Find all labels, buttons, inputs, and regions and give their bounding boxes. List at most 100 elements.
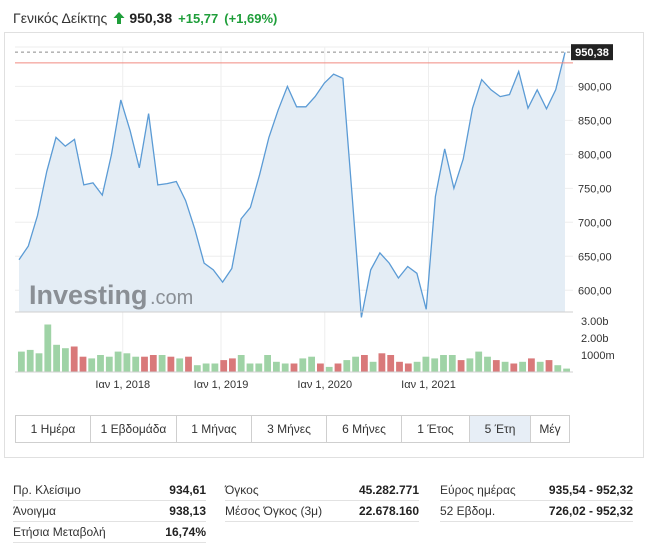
- price-chart: Investing .com 600,00 650,00 700,00 750,00 8…: [15, 44, 615, 391]
- volume-bar: [141, 356, 148, 372]
- price-tick-label: 650,00: [578, 251, 612, 263]
- logo-suffix: .com: [150, 287, 193, 309]
- price-change-percent: (+1,69%): [224, 10, 278, 26]
- range-button-7[interactable]: 5 Έτη: [470, 416, 531, 442]
- price-tick-label: 900,00: [578, 81, 612, 93]
- volume-bar: [220, 360, 228, 372]
- date-axis: Ιαν 1, 2018 Ιαν 1, 2019 Ιαν 1, 2020 Ιαν 1, …: [95, 379, 455, 391]
- range-button-3[interactable]: 1 Μήνας: [177, 416, 252, 442]
- volume-tick-label: 1000m: [581, 350, 615, 362]
- stat-row: Άνοιγμα 938,13: [13, 501, 206, 522]
- volume-bar: [255, 363, 263, 372]
- volume-bar: [457, 360, 465, 372]
- volume-bar: [273, 361, 280, 372]
- volume-bar: [246, 363, 254, 372]
- volume-bar: [26, 349, 34, 372]
- volume-bar: [510, 363, 518, 372]
- logo-brand: Investing: [29, 280, 148, 310]
- stat-label: Εύρος ημέρας: [440, 483, 516, 497]
- range-button-5[interactable]: 6 Μήνες: [327, 416, 402, 442]
- volume-bar: [18, 351, 25, 372]
- price-tick-label: 850,00: [578, 115, 612, 127]
- volume-bar: [211, 363, 219, 372]
- volume-bar: [114, 351, 122, 372]
- volume-bar: [343, 360, 351, 372]
- stat-row: Μέσος Όγκος (3μ) 22.678.160: [225, 501, 419, 522]
- range-button-1[interactable]: 1 Ημέρα: [16, 416, 91, 442]
- stat-value: 934,61: [169, 483, 206, 497]
- volume-bar: [281, 363, 289, 372]
- volume-bar: [361, 355, 368, 372]
- volume-bar: [308, 356, 315, 372]
- volume-bar: [440, 355, 447, 372]
- volume-bar: [149, 355, 157, 372]
- volume-bar: [501, 361, 509, 372]
- last-price-label: 950,38: [571, 44, 613, 61]
- volume-bar: [413, 361, 421, 372]
- stat-row: 52 Εβδομ. 726,02 - 952,32: [440, 501, 633, 522]
- stat-label: Μέσος Όγκος (3μ): [225, 504, 323, 518]
- date-tick-label: Ιαν 1, 2019: [194, 379, 249, 391]
- range-button-2[interactable]: 1 Εβδομάδα: [91, 416, 177, 442]
- volume-bar: [475, 351, 483, 372]
- stat-value: 22.678.160: [358, 504, 419, 518]
- volume-bar: [528, 358, 535, 372]
- price-change: +15,77: [178, 10, 219, 26]
- volume-bar: [554, 365, 562, 372]
- range-button-8[interactable]: Μέγ: [531, 416, 569, 442]
- volume-bar: [484, 356, 491, 372]
- volume-bar: [563, 368, 570, 372]
- volume-bar: [519, 361, 526, 372]
- volume-bar: [545, 360, 553, 372]
- volume-bar: [492, 360, 500, 372]
- volume-bar: [193, 365, 201, 372]
- volume-bar: [167, 356, 175, 372]
- price-area: [19, 52, 565, 318]
- stat-value: 45.282.771: [358, 483, 419, 497]
- volume-bar: [202, 363, 210, 372]
- volume-bar: [387, 355, 395, 372]
- price-tick-label: 700,00: [578, 217, 612, 229]
- range-button-4[interactable]: 3 Μήνες: [252, 416, 327, 442]
- range-button-6[interactable]: 1 Έτος: [402, 416, 470, 442]
- price-axis: 600,00 650,00 700,00 750,00 800,00 850,00 900,…: [578, 81, 612, 297]
- volume-bar: [317, 363, 324, 372]
- volume-tick-label: 3.00b: [581, 316, 609, 328]
- volume-bar: [378, 353, 386, 372]
- stat-label: Όγκος: [225, 483, 259, 497]
- stats-column-1: Πρ. Κλείσιμο 934,61 Άνοιγμα 938,13 Ετήσια Με…: [13, 480, 206, 543]
- volume-bar: [62, 348, 69, 372]
- volume-tick-label: 2.00b: [581, 333, 609, 345]
- volume-bar: [176, 358, 184, 372]
- volume-bar: [35, 353, 43, 372]
- volume-bar: [79, 356, 87, 372]
- stat-label: Ετήσια Μεταβολή: [13, 525, 106, 539]
- volume-bar: [325, 366, 333, 372]
- volume-bar: [158, 355, 166, 372]
- volume-bar: [53, 344, 60, 372]
- volume-bar: [536, 361, 544, 372]
- stats-column-3: Εύρος ημέρας 935,54 - 952,32 52 Εβδομ. 726,…: [440, 480, 633, 522]
- stat-value: 938,13: [169, 504, 206, 518]
- time-range-selector: 1 Ημέρα 1 Εβδομάδα 1 Μήνας 3 Μήνες 6 Μήνες 1 …: [15, 415, 570, 443]
- price-tick-label: 800,00: [578, 149, 612, 161]
- price-tick-label: 750,00: [578, 183, 612, 195]
- volume-bar: [123, 353, 131, 372]
- volume-bar: [44, 324, 52, 372]
- stat-value: 935,54 - 952,32: [548, 483, 633, 497]
- last-price: 950,38: [129, 10, 173, 26]
- volume-bar: [237, 355, 245, 372]
- up-arrow-icon: [113, 12, 125, 24]
- stat-value: 16,74%: [165, 525, 206, 539]
- stat-row: Εύρος ημέρας 935,54 - 952,32: [440, 480, 633, 501]
- stat-label: Πρ. Κλείσιμο: [13, 483, 81, 497]
- volume-axis: 3.00b 2.00b 1000m: [581, 316, 615, 362]
- volume-bar: [369, 361, 377, 372]
- index-name: Γενικός Δείκτης: [13, 10, 108, 26]
- volume-bar: [88, 358, 96, 372]
- volume-bar: [229, 358, 236, 372]
- quote-header: Γενικός Δείκτης 950,38 +15,77 (+1,69%): [13, 9, 277, 27]
- stat-row: Όγκος 45.282.771: [225, 480, 419, 501]
- volume-bars: [18, 324, 570, 372]
- volume-bar: [431, 358, 439, 372]
